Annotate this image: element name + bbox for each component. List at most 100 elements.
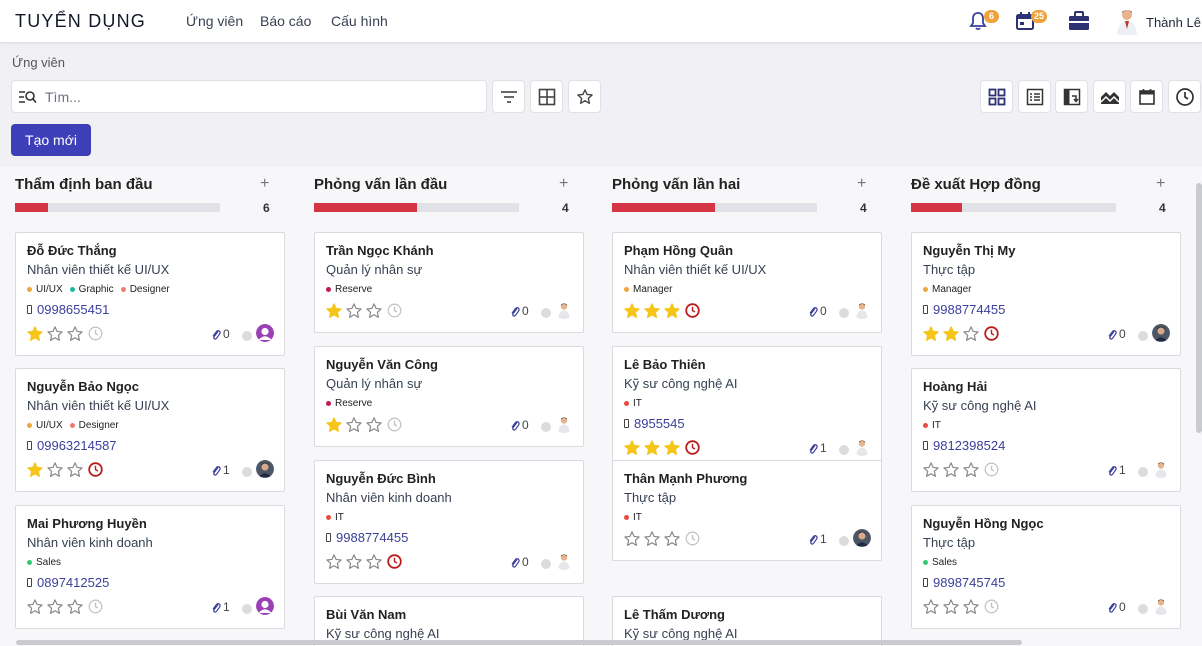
star-filled-icon[interactable] [26, 461, 44, 479]
attachment-count[interactable]: 1 [211, 463, 230, 477]
star-empty-icon[interactable] [66, 598, 84, 616]
candidate-card[interactable]: Mai Phương Huyền Nhân viên kinh doanh Sale… [15, 505, 285, 629]
candidate-card[interactable]: Nguyễn Hồng Ngọc Thực tập Sales 9898745745 0 [911, 505, 1181, 629]
activity-clock-icon[interactable] [984, 326, 999, 341]
kanban-state-dot[interactable] [242, 331, 252, 341]
candidate-phone[interactable]: 9898745745 [923, 575, 1005, 590]
star-filled-icon[interactable] [26, 325, 44, 343]
star-empty-icon[interactable] [942, 598, 960, 616]
star-empty-icon[interactable] [623, 530, 641, 548]
star-filled-icon[interactable] [942, 325, 960, 343]
kanban-state-dot[interactable] [839, 536, 849, 546]
list-view-button[interactable] [1018, 80, 1051, 113]
kanban-state-dot[interactable] [242, 604, 252, 614]
attachment-count[interactable]: 0 [510, 555, 529, 569]
phone-number[interactable]: 0998655451 [37, 302, 109, 317]
menu-item-reports[interactable]: Báo cáo [260, 13, 311, 29]
candidate-card[interactable]: Nguyễn Đức Bình Nhân viên kinh doanh IT 998… [314, 460, 584, 584]
kanban-state-dot[interactable] [1138, 467, 1148, 477]
assignee-avatar[interactable] [555, 552, 573, 570]
attachment-count[interactable]: 0 [1107, 600, 1126, 614]
attachment-count[interactable]: 0 [808, 304, 827, 318]
user-name[interactable]: Thành Lê [1146, 15, 1201, 30]
phone-number[interactable]: 9812398524 [933, 438, 1005, 453]
star-filled-icon[interactable] [325, 302, 343, 320]
phone-number[interactable]: 9988774455 [336, 530, 408, 545]
candidate-phone[interactable]: 9988774455 [326, 530, 408, 545]
assignee-avatar[interactable] [256, 324, 274, 342]
candidate-card[interactable]: Nguyễn Bảo Ngọc Nhân viên thiết kế UI/UX U… [15, 368, 285, 492]
column-progress-bar[interactable] [612, 203, 817, 212]
candidate-phone[interactable]: 9988774455 [923, 302, 1005, 317]
attachment-count[interactable]: 0 [510, 304, 529, 318]
star-empty-icon[interactable] [962, 598, 980, 616]
priority-stars[interactable] [922, 461, 980, 479]
activity-clock-icon[interactable] [685, 531, 700, 546]
filter-button[interactable] [492, 80, 525, 113]
menu-item-candidates[interactable]: Ứng viên [186, 13, 243, 29]
candidate-phone[interactable]: 9812398524 [923, 438, 1005, 453]
column-add-icon[interactable]: + [1156, 175, 1165, 193]
activity-view-button[interactable] [1168, 80, 1201, 113]
phone-number[interactable]: 9898745745 [933, 575, 1005, 590]
candidate-phone[interactable]: 0998655451 [27, 302, 109, 317]
candidate-card[interactable]: Hoàng Hải Kỹ sư công nghệ AI IT 9812398524 1 [911, 368, 1181, 492]
kanban-state-dot[interactable] [541, 308, 551, 318]
assignee-avatar[interactable] [853, 301, 871, 319]
star-filled-icon[interactable] [623, 302, 641, 320]
attachment-count[interactable]: 1 [808, 532, 827, 546]
create-new-button[interactable]: Tạo mới [11, 124, 91, 156]
priority-stars[interactable] [623, 439, 681, 457]
candidate-card[interactable]: Nguyễn Thị My Thực tập Manager 9988774455 0 [911, 232, 1181, 356]
assignee-avatar[interactable] [1152, 597, 1170, 615]
assignee-avatar[interactable] [256, 597, 274, 615]
candidate-card[interactable]: Lê Bảo Thiên Kỹ sư công nghệ AI IT 8955545 1 [612, 346, 882, 470]
activity-clock-icon[interactable] [685, 440, 700, 455]
activity-clock-icon[interactable] [387, 417, 402, 432]
priority-stars[interactable] [325, 416, 383, 434]
briefcase-icon[interactable] [1067, 10, 1089, 32]
star-empty-icon[interactable] [643, 530, 661, 548]
kanban-view-button[interactable] [980, 80, 1013, 113]
activity-clock-icon[interactable] [685, 303, 700, 318]
candidate-card[interactable]: Trần Ngọc Khánh Quản lý nhân sự Reserve 0 [314, 232, 584, 333]
activity-clock-icon[interactable] [984, 599, 999, 614]
candidate-card[interactable]: Thân Mạnh Phương Thực tập IT 1 [612, 460, 882, 561]
assignee-avatar[interactable] [555, 301, 573, 319]
favorites-button[interactable] [568, 80, 601, 113]
column-progress-bar[interactable] [314, 203, 519, 212]
graph-view-button[interactable] [1093, 80, 1126, 113]
priority-stars[interactable] [26, 461, 84, 479]
star-filled-icon[interactable] [663, 302, 681, 320]
candidate-phone[interactable]: 0897412525 [27, 575, 109, 590]
candidate-card[interactable]: Nguyễn Văn Công Quản lý nhân sự Reserve 0 [314, 346, 584, 447]
kanban-state-dot[interactable] [1138, 331, 1148, 341]
activity-clock-icon[interactable] [984, 462, 999, 477]
column-add-icon[interactable]: + [559, 175, 568, 193]
group-by-button[interactable] [530, 80, 563, 113]
column-add-icon[interactable]: + [857, 175, 866, 193]
candidate-phone[interactable]: 09963214587 [27, 438, 117, 453]
column-title[interactable]: Phỏng vấn lần hai [612, 176, 740, 193]
phone-number[interactable]: 09963214587 [37, 438, 117, 453]
priority-stars[interactable] [26, 598, 84, 616]
column-progress-bar[interactable] [911, 203, 1116, 212]
star-empty-icon[interactable] [365, 416, 383, 434]
priority-stars[interactable] [325, 302, 383, 320]
candidate-phone[interactable]: 8955545 [624, 416, 685, 431]
star-empty-icon[interactable] [345, 302, 363, 320]
column-progress-bar[interactable] [15, 203, 220, 212]
column-add-icon[interactable]: + [260, 175, 269, 193]
priority-stars[interactable] [922, 598, 980, 616]
star-empty-icon[interactable] [66, 325, 84, 343]
pivot-view-button[interactable] [1055, 80, 1088, 113]
star-empty-icon[interactable] [66, 461, 84, 479]
star-empty-icon[interactable] [962, 461, 980, 479]
candidate-card[interactable]: Đỗ Đức Thắng Nhân viên thiết kế UI/UX UI/U… [15, 232, 285, 356]
star-empty-icon[interactable] [46, 461, 64, 479]
attachment-count[interactable]: 0 [1107, 327, 1126, 341]
candidate-card[interactable]: Phạm Hồng Quân Nhân viên thiết kế UI/UX Ma… [612, 232, 882, 333]
horizontal-scrollbar[interactable] [16, 640, 1022, 645]
star-empty-icon[interactable] [922, 461, 940, 479]
attachment-count[interactable]: 1 [808, 441, 827, 455]
